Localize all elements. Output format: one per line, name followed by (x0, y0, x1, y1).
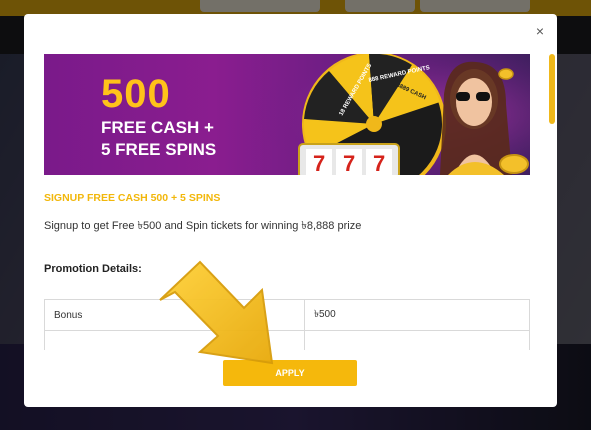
promo-description: Signup to get Free ৳500 and Spin tickets… (44, 220, 362, 232)
banner-line-1: FREE CASH + (101, 118, 214, 137)
slot-digit: 7 (373, 151, 385, 175)
modal-scroll-area[interactable]: 18 REWARD POINTS 888 REWARD POINTS 8889 … (24, 14, 549, 350)
wheel-label: 18 REWARD POINTS (339, 63, 374, 117)
scrollbar-thumb[interactable] (549, 54, 555, 124)
table-row: Bonus ৳500 (44, 299, 530, 331)
apply-button[interactable]: APPLY (223, 360, 357, 386)
wheel-label: 8889 CASH (395, 82, 427, 101)
promo-title: SIGNUP FREE CASH 500 + 5 SPINS (44, 192, 221, 204)
banner-line-2: 5 FREE SPINS (101, 140, 217, 159)
wheel-label: 888 REWARD POINTS (368, 65, 430, 84)
table-cell-value (304, 330, 530, 350)
promotion-details-table: Bonus ৳500 (44, 299, 530, 350)
table-cell-value: ৳500 (304, 299, 530, 331)
scrollbar[interactable] (549, 54, 555, 354)
promotion-modal: × 18 REWARD POINTS 888 REWARD POINTS 888… (24, 14, 557, 407)
details-heading: Promotion Details: (44, 263, 142, 275)
slot-digit: 7 (343, 151, 355, 175)
table-cell-label: Bonus (44, 299, 305, 331)
promo-banner: 18 REWARD POINTS 888 REWARD POINTS 8889 … (44, 54, 530, 175)
table-cell-label (44, 330, 305, 350)
slot-digit: 7 (313, 151, 325, 175)
table-row (44, 330, 530, 350)
banner-amount: 500 (101, 72, 171, 116)
